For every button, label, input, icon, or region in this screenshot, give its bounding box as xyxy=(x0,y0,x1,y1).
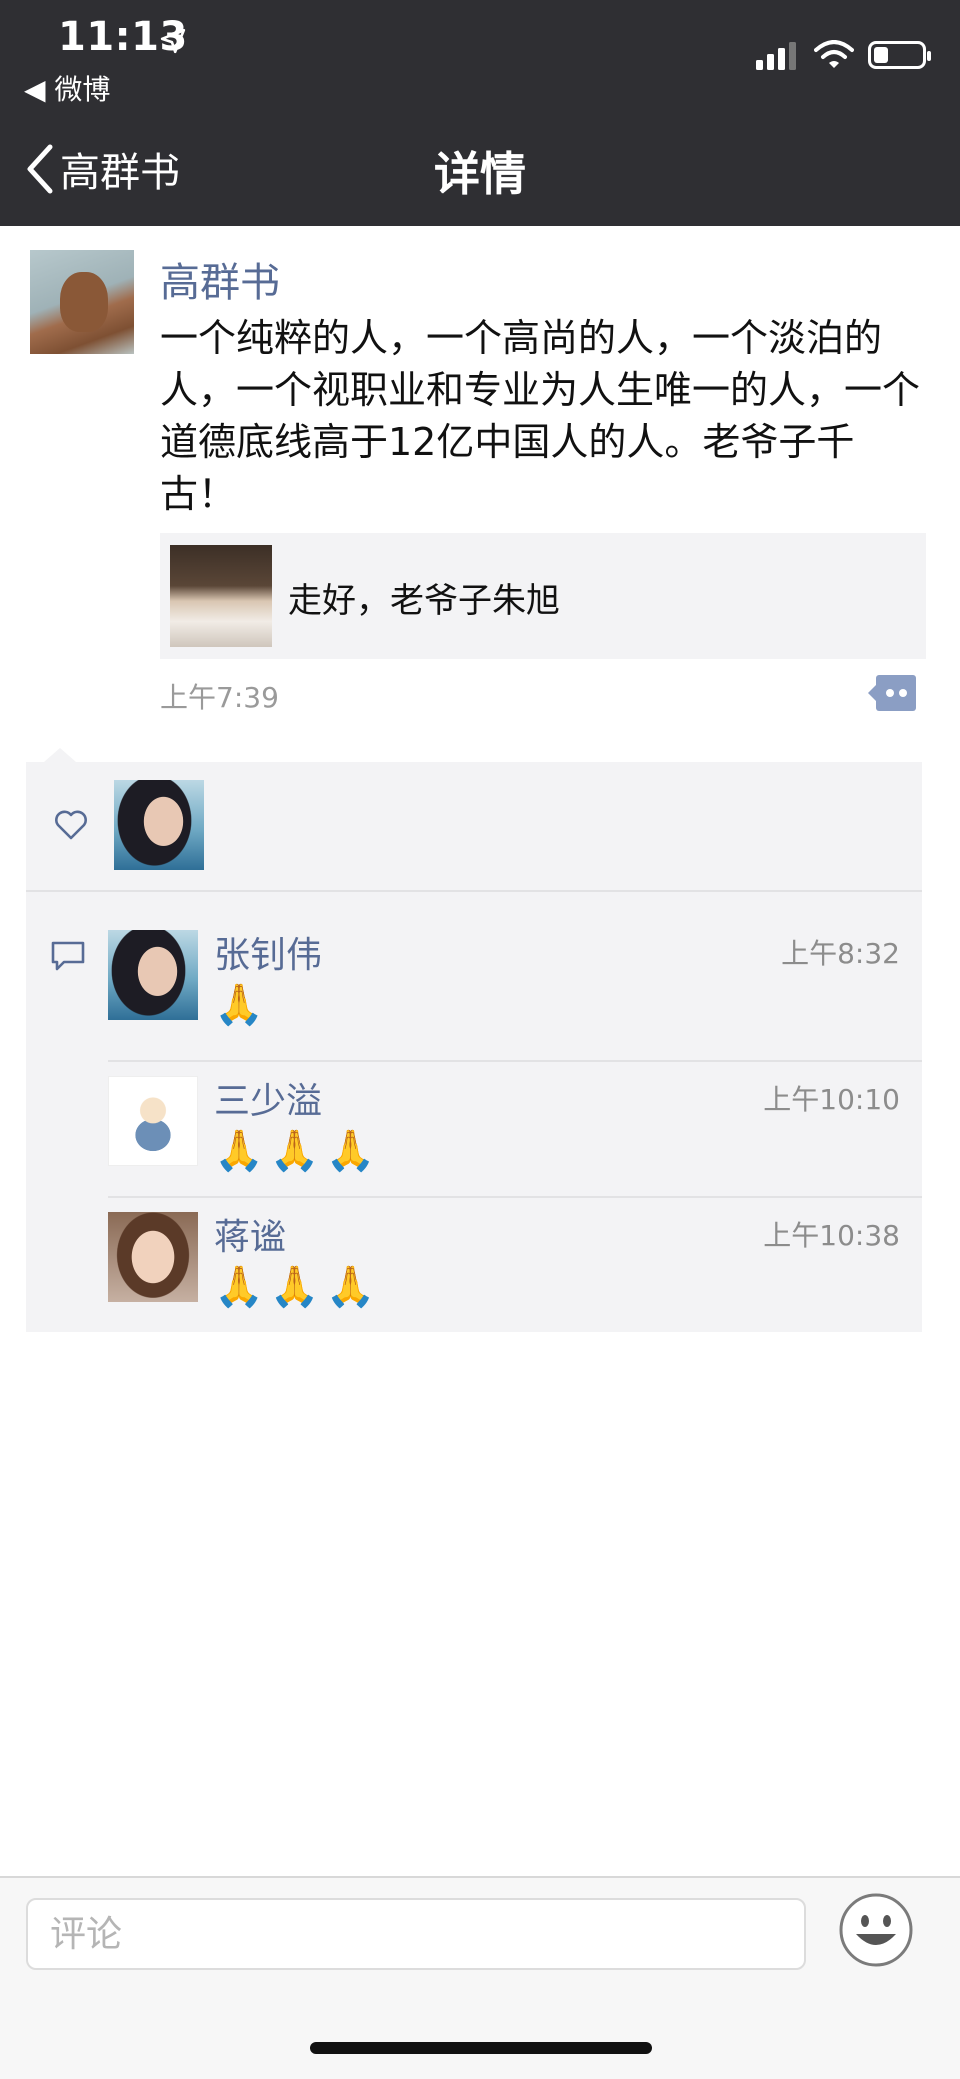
liker-avatar[interactable] xyxy=(114,780,204,870)
comment-icon xyxy=(51,941,85,971)
post-timestamp: 上午7:39 xyxy=(160,681,279,714)
author-name[interactable]: 高群书 xyxy=(160,250,280,308)
location-arrow-icon xyxy=(160,28,186,54)
comment-divider xyxy=(108,1196,922,1198)
cellular-signal-icon xyxy=(756,42,796,70)
emoji-icon[interactable] xyxy=(838,1892,914,1968)
panel-pointer xyxy=(44,748,76,762)
commenter-name[interactable]: 蒋谧 xyxy=(214,1208,286,1260)
commenter-avatar[interactable] xyxy=(108,1212,198,1302)
comment-item[interactable]: 张钊伟 上午8:32 🙏 xyxy=(108,930,900,1040)
comment-time: 上午10:10 xyxy=(763,1083,900,1116)
commenter-avatar[interactable] xyxy=(108,930,198,1020)
home-indicator xyxy=(310,2042,652,2054)
author-avatar[interactable] xyxy=(30,250,134,354)
likes-row xyxy=(26,762,922,892)
comment-text: 🙏🙏🙏 xyxy=(214,1128,382,1174)
page-title: 详情 xyxy=(434,147,526,201)
comment-item[interactable]: 蒋谧 上午10:38 🙏🙏🙏 xyxy=(108,1212,900,1322)
comment-divider xyxy=(108,1060,922,1062)
battery-icon xyxy=(868,41,931,69)
post-text: 一个纯粹的人，一个高尚的人，一个淡泊的人，一个视职业和专业为人生唯一的人，一个道… xyxy=(160,316,921,516)
comment-input[interactable] xyxy=(26,1898,806,1970)
interaction-panel: 张钊伟 上午8:32 🙏 三少溢 上午10:10 🙏🙏🙏 蒋谧 上午10:38 … xyxy=(26,762,922,1332)
back-to-weibo-link[interactable]: ◀ 微博 xyxy=(24,68,110,108)
comment-input-bar xyxy=(0,1876,960,2079)
heart-icon xyxy=(55,810,87,840)
comment-time: 上午10:38 xyxy=(763,1219,900,1252)
commenter-name[interactable]: 三少溢 xyxy=(214,1072,322,1124)
comment-time: 上午8:32 xyxy=(781,937,900,970)
comment-text: 🙏🙏🙏 xyxy=(214,1264,382,1310)
link-title: 走好，老爷子朱旭 xyxy=(288,581,560,621)
top-bar: 11:13 ◀ 微博 高群书 详情 xyxy=(0,0,960,226)
more-actions-icon[interactable] xyxy=(868,675,916,711)
link-thumbnail xyxy=(170,545,272,647)
commenter-avatar[interactable] xyxy=(108,1076,198,1166)
status-indicators xyxy=(756,40,931,70)
commenter-name[interactable]: 张钊伟 xyxy=(214,926,322,978)
shared-link-card[interactable]: 走好，老爷子朱旭 xyxy=(160,533,926,659)
comment-item[interactable]: 三少溢 上午10:10 🙏🙏🙏 xyxy=(108,1076,900,1186)
comment-text: 🙏 xyxy=(214,982,270,1028)
wifi-icon xyxy=(814,40,854,68)
